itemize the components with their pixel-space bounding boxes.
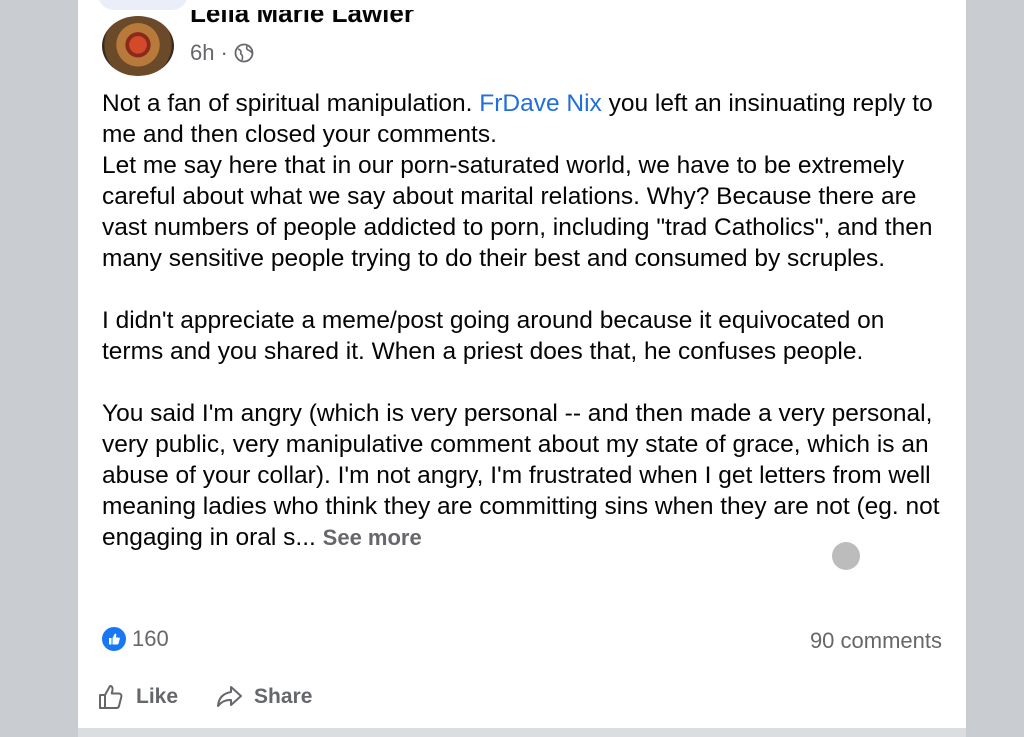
previous-element-pill[interactable]: [98, 0, 188, 10]
post-stats: 160 90 comments: [102, 626, 942, 656]
reactions[interactable]: 160: [102, 626, 169, 652]
reaction-count: 160: [132, 626, 169, 651]
post-paragraph-3: You said I'm angry (which is very person…: [102, 400, 940, 551]
touch-indicator: [832, 542, 860, 570]
see-more-link[interactable]: See more: [323, 525, 422, 550]
like-label: Like: [136, 685, 179, 708]
action-bar: Like Share: [96, 682, 312, 712]
share-label: Share: [254, 685, 313, 708]
like-reaction-icon: [102, 627, 126, 651]
share-icon: [217, 686, 243, 707]
like-button[interactable]: Like: [96, 682, 178, 712]
post-time[interactable]: 6h: [190, 40, 214, 66]
globe-icon: [234, 43, 254, 63]
post-paragraph-2: I didn't appreciate a meme/post going ar…: [102, 307, 885, 365]
avatar[interactable]: [102, 16, 174, 76]
post-meta: 6h ·: [190, 40, 254, 66]
comments-count[interactable]: 90 comments: [810, 628, 942, 654]
post-paragraph-1: Not a fan of spiritual manipulation. FrD…: [102, 90, 933, 272]
mention-link[interactable]: FrDave Nix: [479, 90, 602, 117]
thumbs-up-icon: [99, 685, 123, 709]
meta-separator: ·: [220, 40, 228, 65]
feed-divider: [78, 728, 966, 737]
author-name[interactable]: Leila Marie Lawler: [190, 10, 414, 38]
share-button[interactable]: Share: [214, 682, 312, 712]
post-card: Leila Marie Lawler 6h · Not a fan of spi…: [78, 0, 966, 728]
post-text: Not a fan of spiritual manipulation. FrD…: [102, 88, 952, 553]
